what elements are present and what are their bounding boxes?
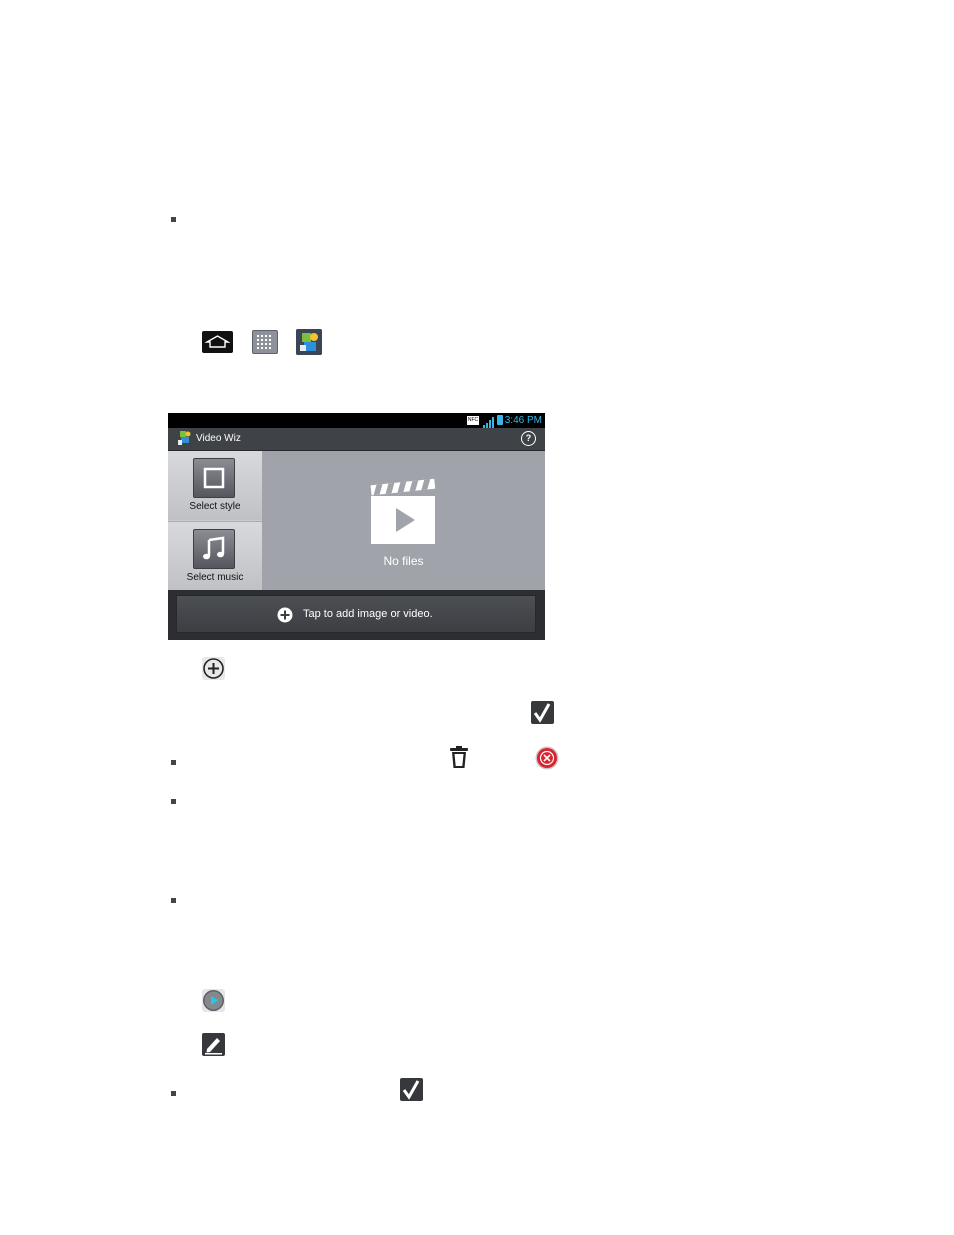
title-bar: Video Wiz ? [168,428,545,451]
bullet-marker [171,217,176,222]
trash-icon [448,745,470,770]
applications-grid-icon [252,330,278,354]
preview-area: No files [262,451,545,590]
bottom-bar: Tap to add image or video. [168,590,545,640]
side-panel: Select style Select music [168,451,262,591]
pencil-edit-icon [202,1033,225,1056]
video-wiz-app-icon [177,430,192,451]
no-files-label: No files [383,554,424,568]
checkmark-icon [400,1078,423,1101]
video-wiz-screenshot: NFC 3:46 PM Video Wiz ? Select style Sel… [168,413,545,640]
bullet-marker [171,760,176,765]
style-frame-icon [193,458,235,498]
plus-circle-icon [202,657,225,680]
add-image-video-button[interactable]: Tap to add image or video. [176,595,536,633]
clapperboard-play-icon [369,478,437,553]
bullet-marker [171,799,176,804]
select-music-button[interactable]: Select music [168,521,262,591]
checkmark-icon [531,701,554,724]
status-time: 3:46 PM [504,415,542,426]
nfc-icon: NFC [467,416,479,425]
app-title: Video Wiz [196,433,241,444]
select-style-button[interactable]: Select style [168,451,262,520]
home-key-icon [202,331,233,353]
select-style-label: Select style [189,501,241,512]
status-bar: NFC 3:46 PM [168,413,545,428]
plus-circle-icon [277,607,293,628]
help-button[interactable]: ? [521,431,536,446]
battery-icon [497,415,503,425]
red-x-circle-icon [535,746,559,770]
select-music-label: Select music [186,572,244,583]
bullet-marker [171,898,176,903]
bullet-marker [171,1091,176,1096]
music-note-icon [193,529,235,569]
add-bar-label: Tap to add image or video. [303,608,433,620]
play-circle-icon [202,989,225,1012]
video-wiz-app-icon [296,329,322,355]
